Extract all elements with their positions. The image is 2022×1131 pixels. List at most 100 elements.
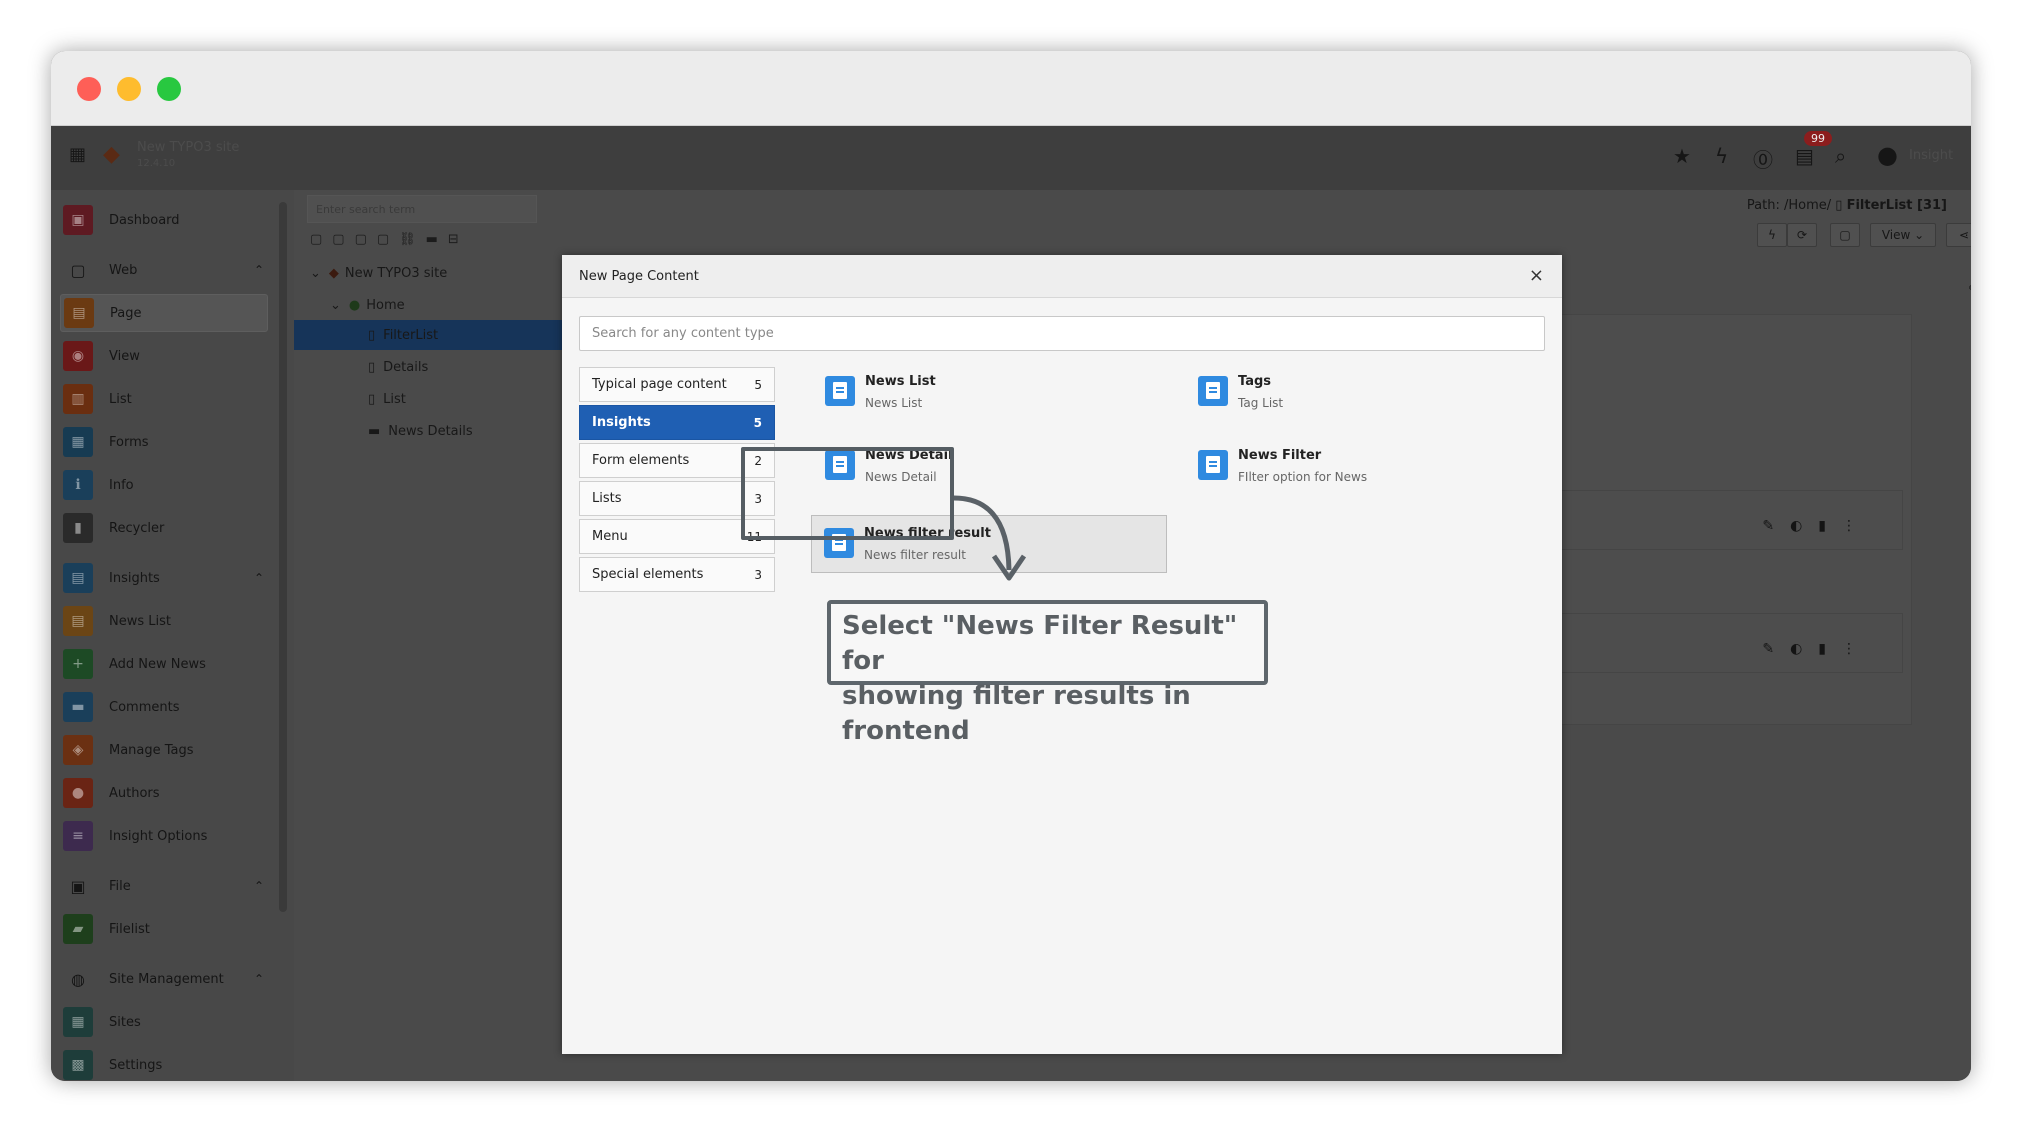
chevron-up-icon: ⌃	[253, 972, 264, 986]
sidebar-item-manage-tags[interactable]: ◈ Manage Tags	[63, 731, 278, 769]
insights-icon: ▤	[63, 563, 93, 593]
close-icon[interactable]: ×	[1529, 265, 1544, 286]
site-version: 12.4.10	[137, 158, 176, 169]
settings-icon: ▩	[63, 1050, 93, 1080]
chevron-up-icon: ⌃	[253, 263, 264, 277]
forms-icon: ▦	[63, 427, 93, 457]
author-icon: ●	[63, 778, 93, 808]
folder-icon: ▬	[368, 423, 381, 439]
tree-node-details[interactable]: ▯ Details	[294, 352, 594, 382]
flash-button[interactable]: ϟ	[1757, 223, 1787, 247]
pencil-icon[interactable]: ✎	[1968, 283, 1971, 299]
globe-icon: ◍	[71, 969, 85, 989]
globe-icon: ●	[348, 297, 361, 313]
chevron-up-icon: ⌃	[253, 879, 264, 893]
tree-toolbar-icons[interactable]: ▢▢▢▢⛓▬⊟	[310, 232, 469, 247]
sidebar-item-insight-options[interactable]: ≡ Insight Options	[63, 817, 278, 855]
sidebar-item-settings[interactable]: ▩ Settings	[63, 1046, 278, 1081]
chevron-down-icon: ⌄	[310, 265, 321, 281]
maximize-window-button[interactable]	[157, 77, 181, 101]
sidebar-item-filelist[interactable]: ▰ Filelist	[63, 910, 278, 948]
content-element-1: ✎◐▮⋮	[1529, 490, 1903, 550]
sidebar-item-comments[interactable]: ▬ Comments	[63, 688, 278, 726]
page-tree: Enter search term ▢▢▢▢⛓▬⊟ ⌄ ◆ New TYPO3 si…	[294, 190, 594, 1081]
page-icon: ▯	[1835, 198, 1843, 213]
window-titlebar	[51, 51, 1971, 126]
sidebar-scrollbar[interactable]	[279, 202, 287, 912]
typo3-logo-icon: ◆	[103, 142, 120, 167]
page-icon: ▯	[368, 327, 376, 343]
edit-page-button[interactable]: ▢	[1830, 223, 1860, 247]
content-type-news-list[interactable]: News List News List	[813, 364, 1169, 422]
site-name: New TYPO3 site	[137, 140, 240, 155]
content-type-tags[interactable]: Tags Tag List	[1186, 364, 1542, 422]
content-element-icon	[1198, 376, 1228, 406]
category-typical-page-content[interactable]: Typical page content 5	[579, 367, 775, 402]
chevron-up-icon: ⌃	[253, 571, 264, 585]
content-element-icon	[825, 376, 855, 406]
filelist-icon: ▰	[63, 914, 93, 944]
category-special-elements[interactable]: Special elements 3	[579, 557, 775, 592]
element-action-icons[interactable]: ✎◐▮⋮	[1762, 641, 1872, 657]
breadcrumb: Path: /Home/ ▯ FilterList [31]	[1746, 198, 1947, 213]
sidebar-item-recycler[interactable]: ▮ Recycler	[63, 509, 278, 547]
sidebar-item-forms[interactable]: ▦ Forms	[63, 423, 278, 461]
sidebar-group-file[interactable]: ▣ File ⌃	[63, 867, 278, 905]
sidebar-item-sites[interactable]: ▦ Sites	[63, 1003, 278, 1041]
sidebar-group-insights[interactable]: ▤ Insights ⌃	[63, 559, 278, 597]
comment-icon: ▬	[63, 692, 93, 722]
close-window-button[interactable]	[77, 77, 101, 101]
search-icon[interactable]: ⌕	[1835, 144, 1846, 168]
modal-title: New Page Content	[579, 269, 699, 284]
page-icon: ▯	[368, 391, 376, 407]
sidebar-item-view[interactable]: ◉ View	[63, 337, 278, 375]
sidebar-item-authors[interactable]: ● Authors	[63, 774, 278, 812]
info-icon: ℹ	[63, 470, 93, 500]
list-icon: ▥	[63, 384, 93, 414]
help-icon[interactable]: ⓪	[1753, 144, 1773, 173]
page-icon: ▯	[368, 359, 376, 375]
user-name[interactable]: Insight	[1909, 148, 1953, 163]
sidebar-group-web[interactable]: ▢ Web ⌃	[63, 251, 278, 289]
content-type-search-input[interactable]	[579, 316, 1545, 351]
tag-icon: ◈	[63, 735, 93, 765]
top-bar: ▦ ◆ New TYPO3 site 12.4.10 ★ ϟ ⓪ ▤ 99 ⌕ …	[51, 126, 1971, 190]
plus-icon: +	[63, 649, 93, 679]
user-avatar-icon[interactable]: ●	[1877, 141, 1898, 169]
tree-node-filterlist[interactable]: ▯ FilterList	[294, 320, 594, 350]
refresh-button[interactable]: ⟳	[1787, 223, 1817, 247]
news-list-icon: ▤	[63, 606, 93, 636]
apps-grid-icon[interactable]: ▦	[69, 144, 86, 165]
callout-line-1: Select "News Filter Result" for	[842, 611, 1238, 676]
share-dropdown[interactable]: ⋖ ⌄	[1946, 223, 1971, 247]
notifications-icon[interactable]: ▤	[1795, 144, 1814, 168]
tree-node-news-details[interactable]: ▬ News Details	[294, 416, 594, 446]
category-insights[interactable]: Insights 5	[579, 405, 775, 440]
sidebar-item-dashboard[interactable]: ▣ Dashboard	[63, 201, 278, 239]
flash-icon[interactable]: ϟ	[1715, 144, 1728, 168]
element-action-icons[interactable]: ✎◐▮⋮	[1762, 518, 1872, 534]
tree-search-input[interactable]: Enter search term	[307, 195, 537, 223]
content-type-news-filter[interactable]: News Filter FIlter option for News	[1186, 438, 1542, 496]
sidebar-item-info[interactable]: ℹ Info	[63, 466, 278, 504]
view-dropdown[interactable]: View ⌄	[1870, 223, 1936, 247]
sidebar-item-add-new-news[interactable]: + Add New News	[63, 645, 278, 683]
content-element-2: ✎◐▮⋮	[1529, 613, 1903, 673]
tree-node-root[interactable]: ⌄ ◆ New TYPO3 site	[294, 258, 594, 288]
minimize-window-button[interactable]	[117, 77, 141, 101]
sidebar-item-list[interactable]: ▥ List	[63, 380, 278, 418]
tree-node-list[interactable]: ▯ List	[294, 384, 594, 414]
view-icon: ◉	[63, 341, 93, 371]
web-icon: ▢	[70, 260, 86, 280]
trash-icon: ▮	[63, 513, 93, 543]
chevron-down-icon: ⌄	[330, 297, 341, 313]
sidebar-item-news-list[interactable]: ▤ News List	[63, 602, 278, 640]
highlight-box	[741, 447, 954, 540]
tree-node-home[interactable]: ⌄ ● Home	[294, 290, 594, 320]
dashboard-icon: ▣	[63, 205, 93, 235]
annotation-callout: Select "News Filter Result" for showing …	[827, 600, 1268, 746]
sidebar-item-page[interactable]: ▤ Page	[60, 294, 268, 332]
sidebar-group-site-management[interactable]: ◍ Site Management ⌃	[63, 960, 278, 998]
star-icon[interactable]: ★	[1673, 144, 1691, 168]
callout-line-2: showing filter results in frontend	[842, 681, 1191, 746]
